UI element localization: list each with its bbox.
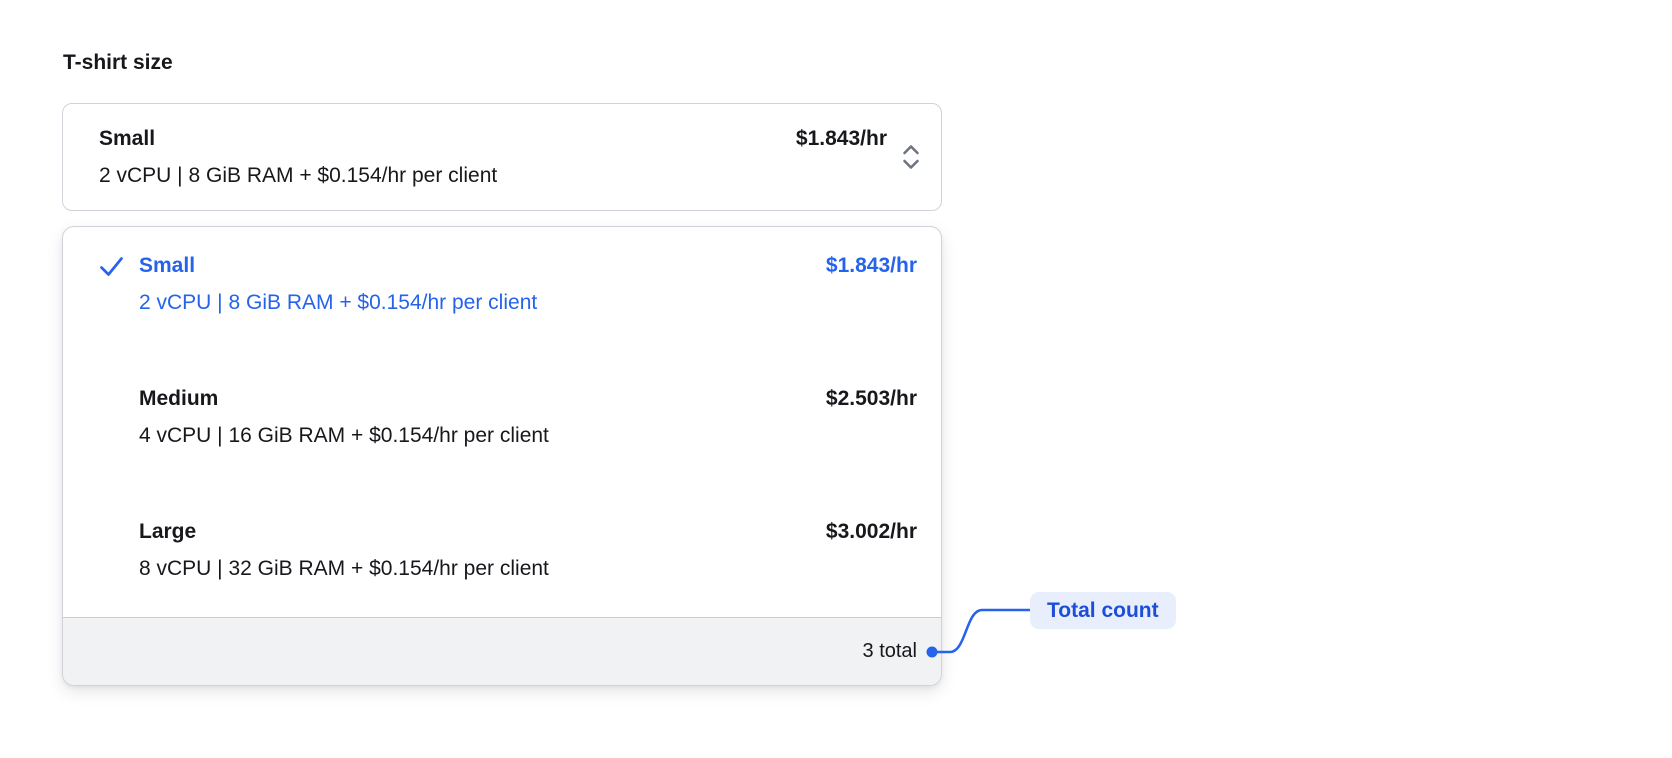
tshirt-size-select[interactable]: Small $1.843/hr 2 vCPU | 8 GiB RAM + $0.…: [62, 103, 942, 211]
page: T-shirt size Small $1.843/hr 2 vCPU | 8 …: [0, 0, 1672, 758]
selected-option-name: Small: [99, 126, 156, 150]
field-label: T-shirt size: [63, 51, 173, 74]
listbox-footer: 3 total Total count: [63, 591, 1176, 685]
option-price: $3.002/hr: [825, 520, 917, 543]
check-icon: [87, 385, 139, 450]
check-icon: [87, 518, 139, 583]
option-name: Medium: [139, 387, 219, 410]
option-name: Small: [139, 254, 196, 277]
option-name: Large: [139, 520, 197, 543]
chevron-up-down-icon: [901, 142, 921, 172]
option-description: 8 vCPU | 32 GiB RAM + $0.154/hr per clie…: [139, 557, 549, 580]
tshirt-size-listbox: Small $1.843/hr 2 vCPU | 8 GiB RAM + $0.…: [62, 226, 1176, 686]
total-count-label: 3 total: [862, 640, 917, 662]
selected-option-summary: Small $1.843/hr 2 vCPU | 8 GiB RAM + $0.…: [99, 125, 887, 190]
listbox-option-small[interactable]: Small $1.843/hr 2 vCPU | 8 GiB RAM + $0.…: [63, 227, 941, 351]
selected-option-price: $1.843/hr: [795, 126, 887, 150]
annotation-connector-line: [926, 608, 1032, 657]
option-description: 2 vCPU | 8 GiB RAM + $0.154/hr per clien…: [139, 291, 538, 314]
option-description: 4 vCPU | 16 GiB RAM + $0.154/hr per clie…: [139, 424, 549, 447]
selected-option-description: 2 vCPU | 8 GiB RAM + $0.154/hr per clien…: [99, 163, 498, 187]
annotation-label: Total count: [1030, 591, 1176, 629]
listbox-option-large[interactable]: Large $3.002/hr 8 vCPU | 32 GiB RAM + $0…: [63, 484, 941, 617]
connector-dot-icon: [926, 646, 938, 657]
option-price: $2.503/hr: [825, 387, 917, 410]
option-price: $1.843/hr: [825, 254, 917, 277]
check-icon: [87, 252, 139, 317]
listbox-option-medium[interactable]: Medium $2.503/hr 4 vCPU | 16 GiB RAM + $…: [63, 351, 941, 484]
annotation-total-count: Total count: [926, 591, 1176, 662]
